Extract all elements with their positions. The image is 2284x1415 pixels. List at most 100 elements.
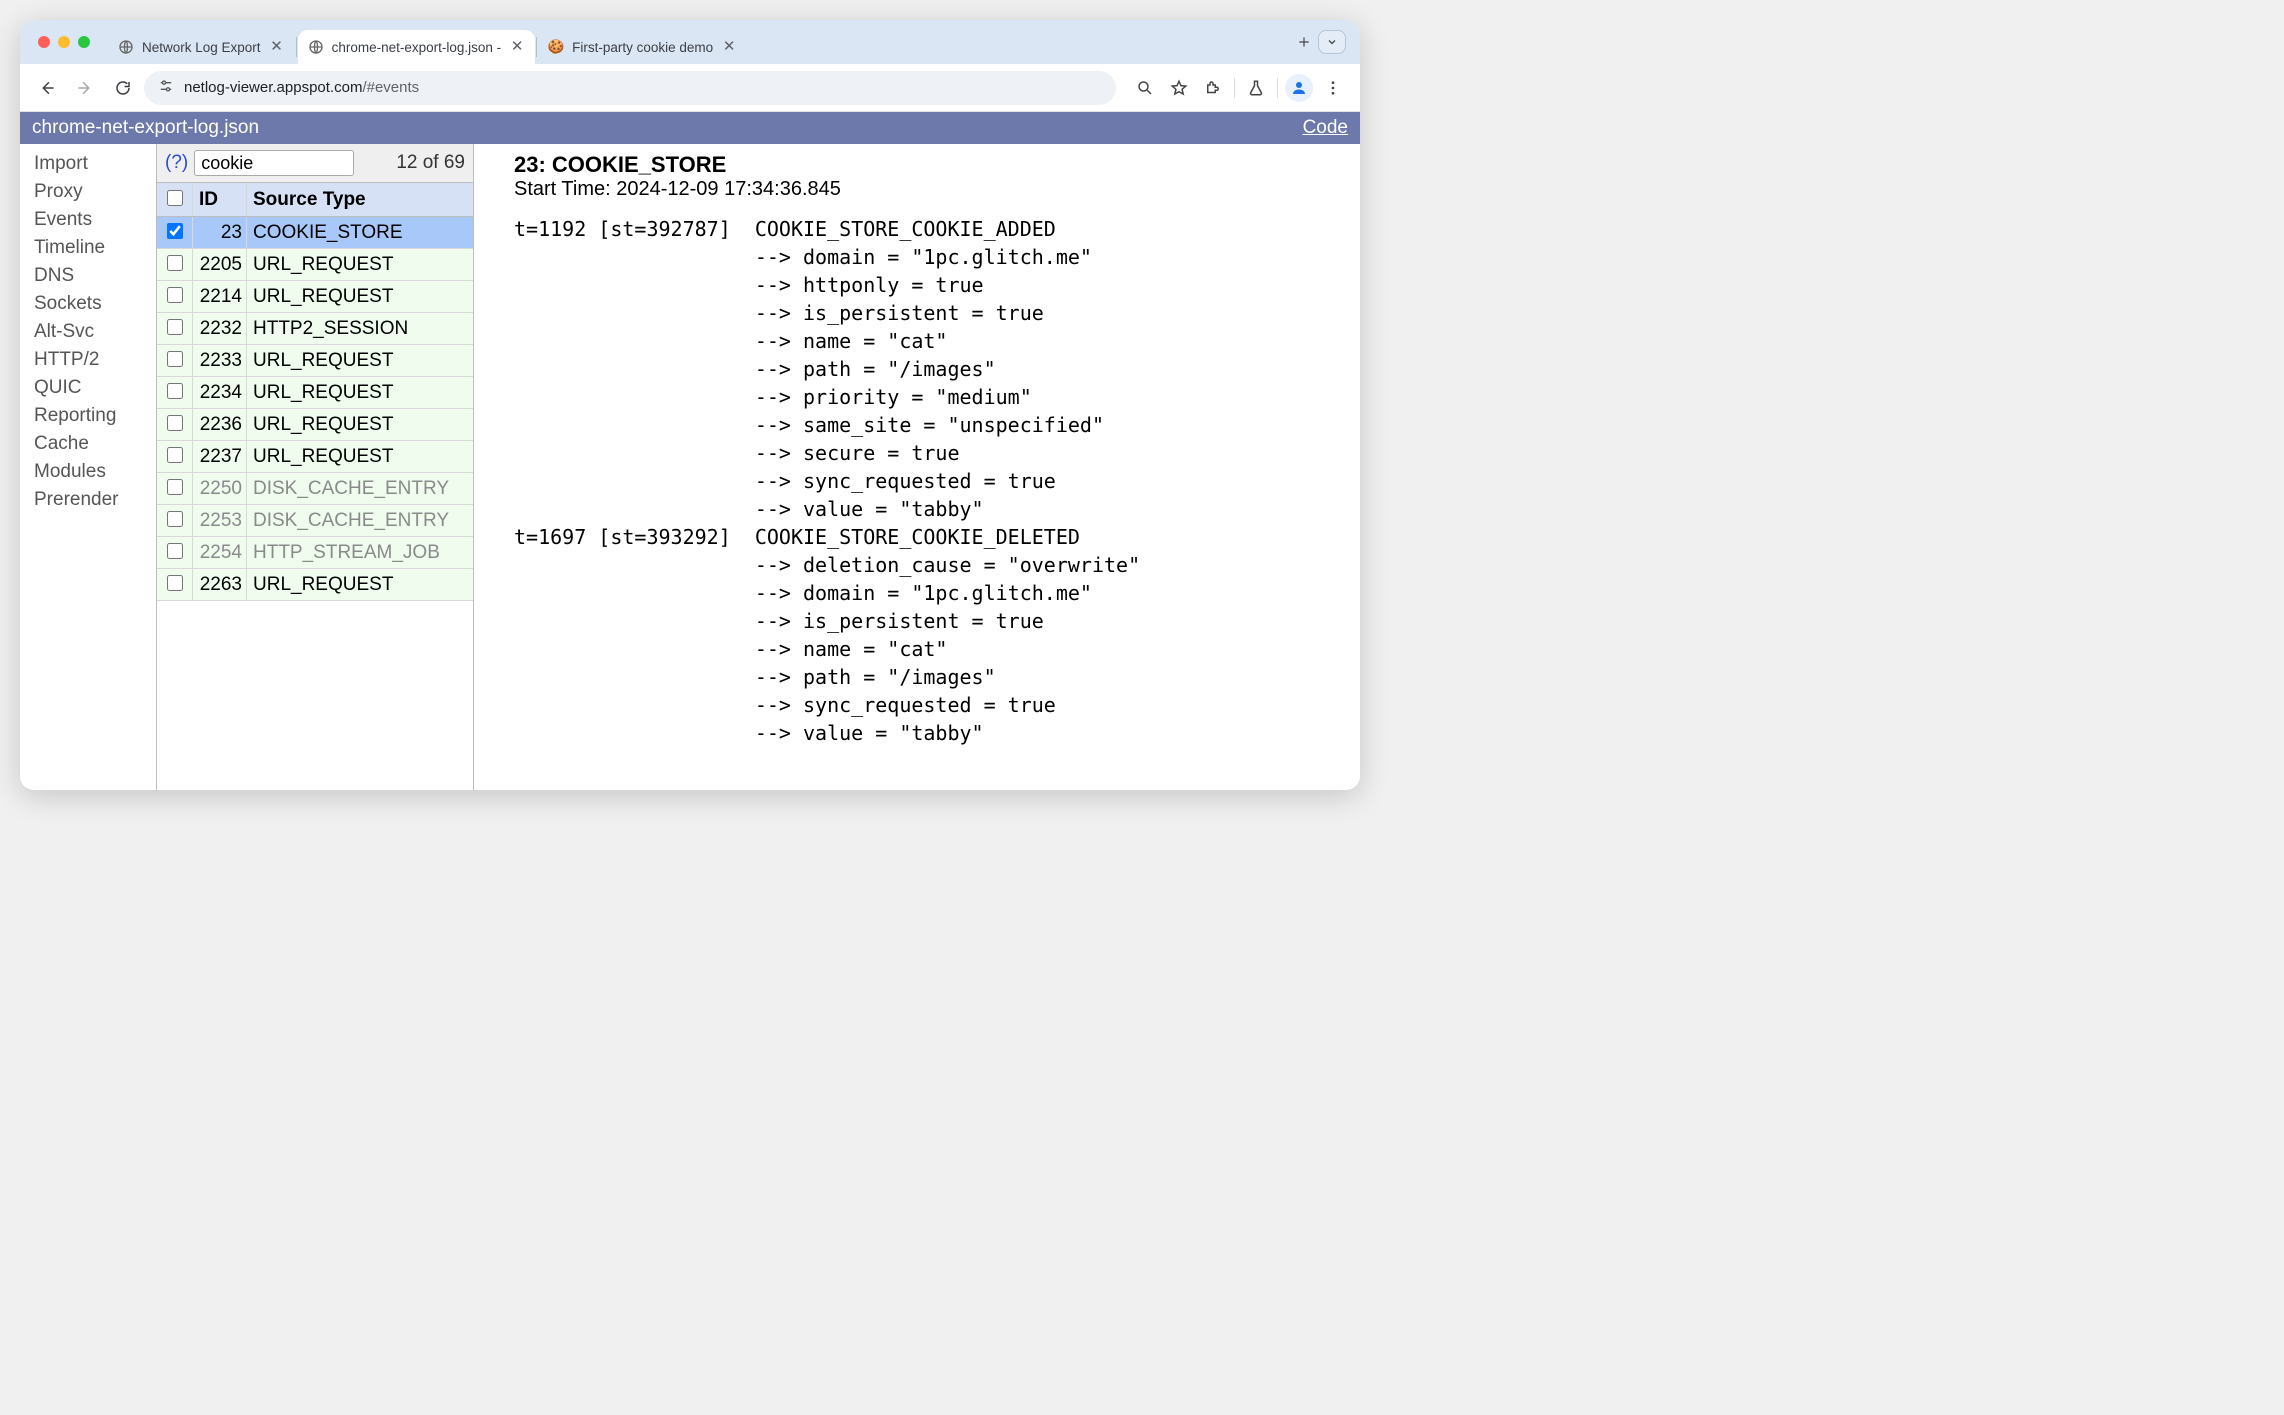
address-bar[interactable]: netlog-viewer.appspot.com/#events bbox=[144, 71, 1116, 105]
table-row[interactable]: 2250DISK_CACHE_ENTRY bbox=[157, 473, 473, 505]
table-row[interactable]: 2233URL_REQUEST bbox=[157, 345, 473, 377]
sidebar-item-quic[interactable]: QUIC bbox=[28, 374, 156, 402]
forward-button[interactable] bbox=[68, 71, 102, 105]
row-source-type: URL_REQUEST bbox=[247, 377, 474, 409]
table-row[interactable]: 2232HTTP2_SESSION bbox=[157, 313, 473, 345]
sidebar-item-import[interactable]: Import bbox=[28, 150, 156, 178]
row-id: 23 bbox=[193, 217, 247, 249]
table-row[interactable]: 2205URL_REQUEST bbox=[157, 249, 473, 281]
sidebar-item-events[interactable]: Events bbox=[28, 206, 156, 234]
browser-tab[interactable]: 🍪First-party cookie demo✕ bbox=[538, 30, 747, 64]
sidebar-item-modules[interactable]: Modules bbox=[28, 458, 156, 486]
row-select-cell bbox=[157, 537, 193, 569]
window-controls bbox=[24, 36, 108, 48]
table-row[interactable]: 2214URL_REQUEST bbox=[157, 281, 473, 313]
browser-window: Network Log Export✕chrome-net-export-log… bbox=[20, 20, 1360, 790]
table-row[interactable]: 2234URL_REQUEST bbox=[157, 377, 473, 409]
sidebar-item-dns[interactable]: DNS bbox=[28, 262, 156, 290]
table-row[interactable]: 2254HTTP_STREAM_JOB bbox=[157, 537, 473, 569]
minimize-window-button[interactable] bbox=[58, 36, 70, 48]
close-tab-button[interactable]: ✕ bbox=[269, 39, 285, 55]
sidebar-item-http-2[interactable]: HTTP/2 bbox=[28, 346, 156, 374]
row-checkbox[interactable] bbox=[167, 383, 183, 399]
bookmark-button[interactable] bbox=[1162, 71, 1196, 105]
tab-separator bbox=[296, 37, 297, 57]
row-select-cell bbox=[157, 377, 193, 409]
arrow-right-icon bbox=[76, 79, 94, 97]
table-row[interactable]: 23COOKIE_STORE bbox=[157, 217, 473, 249]
labs-button[interactable] bbox=[1239, 71, 1273, 105]
row-source-type: HTTP_STREAM_JOB bbox=[247, 537, 474, 569]
avatar bbox=[1285, 74, 1313, 102]
maximize-window-button[interactable] bbox=[78, 36, 90, 48]
row-checkbox[interactable] bbox=[167, 575, 183, 591]
sidebar-item-timeline[interactable]: Timeline bbox=[28, 234, 156, 262]
row-id: 2237 bbox=[193, 441, 247, 473]
row-checkbox[interactable] bbox=[167, 319, 183, 335]
zoom-button[interactable] bbox=[1128, 71, 1162, 105]
row-select-cell bbox=[157, 281, 193, 313]
new-tab-button[interactable] bbox=[1290, 28, 1318, 56]
code-link[interactable]: Code bbox=[1303, 117, 1348, 139]
extensions-button[interactable] bbox=[1196, 71, 1230, 105]
browser-tab[interactable]: chrome-net-export-log.json - ✕ bbox=[298, 30, 536, 64]
toolbar-separator bbox=[1234, 78, 1235, 98]
row-select-cell bbox=[157, 569, 193, 601]
row-id: 2263 bbox=[193, 569, 247, 601]
menu-button[interactable] bbox=[1316, 71, 1350, 105]
row-checkbox[interactable] bbox=[167, 351, 183, 367]
row-checkbox[interactable] bbox=[167, 415, 183, 431]
table-row[interactable]: 2253DISK_CACHE_ENTRY bbox=[157, 505, 473, 537]
sidebar-item-reporting[interactable]: Reporting bbox=[28, 402, 156, 430]
reload-button[interactable] bbox=[106, 71, 140, 105]
filter-input[interactable] bbox=[194, 150, 354, 176]
select-all-checkbox[interactable] bbox=[167, 190, 183, 206]
row-checkbox[interactable] bbox=[167, 255, 183, 271]
arrow-left-icon bbox=[38, 79, 56, 97]
row-id: 2234 bbox=[193, 377, 247, 409]
tabs: Network Log Export✕chrome-net-export-log… bbox=[108, 30, 1284, 64]
row-source-type: URL_REQUEST bbox=[247, 345, 474, 377]
sidebar-item-cache[interactable]: Cache bbox=[28, 430, 156, 458]
row-id: 2250 bbox=[193, 473, 247, 505]
tab-title: First-party cookie demo bbox=[572, 40, 713, 55]
row-checkbox[interactable] bbox=[167, 287, 183, 303]
row-checkbox[interactable] bbox=[167, 479, 183, 495]
row-source-type: DISK_CACHE_ENTRY bbox=[247, 473, 474, 505]
row-source-type: URL_REQUEST bbox=[247, 409, 474, 441]
row-checkbox[interactable] bbox=[167, 447, 183, 463]
filter-help-link[interactable]: (?) bbox=[165, 152, 188, 174]
back-button[interactable] bbox=[30, 71, 64, 105]
browser-tab[interactable]: Network Log Export✕ bbox=[108, 30, 295, 64]
sidebar-item-prerender[interactable]: Prerender bbox=[28, 486, 156, 514]
table-row[interactable]: 2236URL_REQUEST bbox=[157, 409, 473, 441]
row-source-type: URL_REQUEST bbox=[247, 249, 474, 281]
row-select-cell bbox=[157, 409, 193, 441]
row-select-cell bbox=[157, 505, 193, 537]
row-id: 2236 bbox=[193, 409, 247, 441]
row-checkbox[interactable] bbox=[167, 543, 183, 559]
table-row[interactable]: 2263URL_REQUEST bbox=[157, 569, 473, 601]
sidebar-item-sockets[interactable]: Sockets bbox=[28, 290, 156, 318]
close-tab-button[interactable]: ✕ bbox=[721, 39, 737, 55]
profile-button[interactable] bbox=[1282, 71, 1316, 105]
tab-search-button[interactable] bbox=[1318, 30, 1346, 54]
table-row[interactable]: 2237URL_REQUEST bbox=[157, 441, 473, 473]
row-source-type: URL_REQUEST bbox=[247, 441, 474, 473]
row-select-cell bbox=[157, 441, 193, 473]
row-checkbox[interactable] bbox=[167, 511, 183, 527]
page-title: chrome-net-export-log.json bbox=[32, 117, 259, 139]
close-window-button[interactable] bbox=[38, 36, 50, 48]
sidebar-item-proxy[interactable]: Proxy bbox=[28, 178, 156, 206]
site-settings-icon[interactable] bbox=[158, 78, 174, 97]
filter-row: (?) 12 of 69 bbox=[157, 144, 473, 183]
row-id: 2253 bbox=[193, 505, 247, 537]
detail-start-time: Start Time: 2024-12-09 17:34:36.845 bbox=[514, 178, 1350, 201]
close-tab-button[interactable]: ✕ bbox=[509, 39, 525, 55]
person-icon bbox=[1290, 79, 1308, 97]
source-type-header: Source Type bbox=[247, 183, 474, 217]
page-header: chrome-net-export-log.json Code bbox=[20, 112, 1360, 144]
detail-panel: 23: COOKIE_STORE Start Time: 2024-12-09 … bbox=[474, 144, 1360, 790]
sidebar-item-alt-svc[interactable]: Alt-Svc bbox=[28, 318, 156, 346]
row-checkbox[interactable] bbox=[167, 223, 183, 239]
